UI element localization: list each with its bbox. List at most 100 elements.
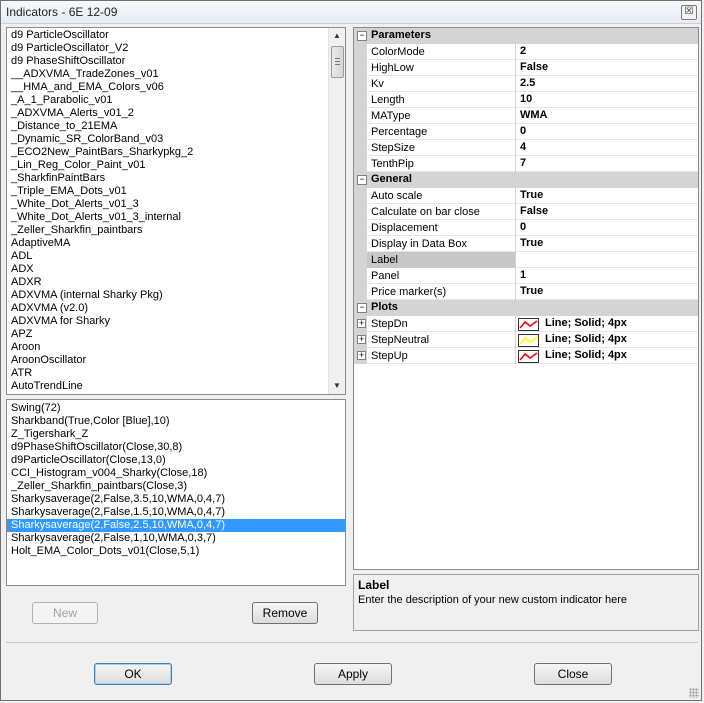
- indicator-list-item[interactable]: __ADXVMA_TradeZones_v01: [7, 68, 331, 81]
- property-value[interactable]: 7: [520, 157, 526, 169]
- property-row[interactable]: Panel 1: [354, 268, 698, 284]
- property-row[interactable]: Price marker(s) True: [354, 284, 698, 300]
- collapse-toggle-icon[interactable]: −: [357, 31, 367, 41]
- property-row[interactable]: Calculate on bar close False: [354, 204, 698, 220]
- property-row[interactable]: Label: [354, 252, 698, 268]
- applied-indicator-item[interactable]: d9ParticleOscillator(Close,13,0): [7, 454, 345, 467]
- indicator-list-item[interactable]: ADXVMA (v2.0): [7, 302, 331, 315]
- indicator-list-item[interactable]: _Distance_to_21EMA: [7, 120, 331, 133]
- property-value[interactable]: 2: [520, 45, 526, 57]
- expand-plus-icon[interactable]: +: [357, 335, 366, 344]
- property-value[interactable]: 10: [520, 93, 532, 105]
- category-plots[interactable]: − Plots: [354, 300, 698, 316]
- indicator-list-item[interactable]: _Lin_Reg_Color_Paint_v01: [7, 159, 331, 172]
- indicator-list[interactable]: d9 ParticleOscillator d9 ParticleOscillat…: [6, 27, 346, 395]
- close-window-icon[interactable]: ☒: [681, 5, 697, 20]
- property-value[interactable]: True: [520, 189, 543, 201]
- property-grid[interactable]: − Parameters ColorMode 2 HighLow False Kv 2.5 Le…: [353, 27, 699, 570]
- property-value[interactable]: 4: [520, 141, 526, 153]
- scroll-up-arrow-icon[interactable]: ▲: [330, 29, 344, 43]
- property-value[interactable]: 0: [520, 125, 526, 137]
- property-value[interactable]: False: [520, 61, 548, 73]
- applied-indicators-list[interactable]: Swing(72) Sharkband(True,Color [Blue],10)…: [6, 399, 346, 586]
- property-row[interactable]: StepSize 4: [354, 140, 698, 156]
- applied-indicator-item[interactable]: Holt_EMA_Color_Dots_v01(Close,5,1): [7, 545, 345, 558]
- property-value[interactable]: True: [520, 237, 543, 249]
- applied-indicator-item[interactable]: Z_Tigershark_Z: [7, 428, 345, 441]
- indicator-list-item[interactable]: _Zeller_Sharkfin_paintbars: [7, 224, 331, 237]
- property-value[interactable]: 1: [520, 269, 526, 281]
- expand-plus-icon[interactable]: +: [357, 319, 366, 328]
- indicator-list-item[interactable]: _A_1_Parabolic_v01: [7, 94, 331, 107]
- indicator-list-item[interactable]: _White_Dot_Alerts_v01_3: [7, 198, 331, 211]
- property-value[interactable]: WMA: [520, 109, 548, 121]
- property-row[interactable]: Display in Data Box True: [354, 236, 698, 252]
- applied-indicator-item[interactable]: Swing(72): [7, 402, 345, 415]
- indicator-list-item[interactable]: ADXVMA (internal Sharky Pkg): [7, 289, 331, 302]
- indicator-list-item[interactable]: _White_Dot_Alerts_v01_3_internal: [7, 211, 331, 224]
- property-row[interactable]: Percentage 0: [354, 124, 698, 140]
- indicator-list-item[interactable]: AdaptiveMA: [7, 237, 331, 250]
- applied-indicator-item[interactable]: CCI_Histogram_v004_Sharky(Close,18): [7, 467, 345, 480]
- property-value[interactable]: 0: [520, 221, 526, 233]
- plot-value[interactable]: Line; Solid; 4px: [545, 349, 627, 361]
- plot-value[interactable]: Line; Solid; 4px: [545, 333, 627, 345]
- applied-indicator-item[interactable]: Sharkysaverage(2,False,3.5,10,WMA,0,4,7): [7, 493, 345, 506]
- plot-row[interactable]: + StepNeutral Line; Solid; 4px: [354, 332, 698, 348]
- indicator-list-item[interactable]: d9 ParticleOscillator_V2: [7, 42, 331, 55]
- indicator-list-item[interactable]: APZ: [7, 328, 331, 341]
- scroll-thumb[interactable]: [331, 46, 344, 78]
- category-general[interactable]: − General: [354, 172, 698, 188]
- plot-value[interactable]: Line; Solid; 4px: [545, 317, 627, 329]
- property-row[interactable]: Length 10: [354, 92, 698, 108]
- indicator-list-item[interactable]: AutoTrendLine: [7, 380, 331, 393]
- property-value[interactable]: True: [520, 285, 543, 297]
- collapse-toggle-icon[interactable]: −: [357, 303, 367, 313]
- indicator-list-item[interactable]: _SharkfinPaintBars: [7, 172, 331, 185]
- scroll-down-arrow-icon[interactable]: ▼: [330, 379, 344, 393]
- applied-indicator-item[interactable]: Sharkysaverage(2,False,1,10,WMA,0,3,7): [7, 532, 345, 545]
- indicator-list-item[interactable]: ATR: [7, 367, 331, 380]
- property-row[interactable]: MAType WMA: [354, 108, 698, 124]
- property-value[interactable]: False: [520, 205, 548, 217]
- indicator-list-item[interactable]: Aroon: [7, 341, 331, 354]
- ok-button[interactable]: OK: [94, 663, 172, 685]
- indicator-list-item[interactable]: _ECO2New_PaintBars_Sharkypkg_2: [7, 146, 331, 159]
- property-row[interactable]: Displacement 0: [354, 220, 698, 236]
- indicator-list-scrollbar[interactable]: ▲ ▼: [328, 28, 345, 394]
- remove-button[interactable]: Remove: [252, 602, 318, 624]
- collapse-toggle-icon[interactable]: −: [357, 175, 367, 185]
- applied-indicator-item[interactable]: Sharkysaverage(2,False,2.5,10,WMA,0,4,7): [7, 519, 345, 532]
- indicator-list-item[interactable]: AroonOscillator: [7, 354, 331, 367]
- indicator-list-item[interactable]: ADX: [7, 263, 331, 276]
- indicator-list-item[interactable]: __HMA_and_EMA_Colors_v06: [7, 81, 331, 94]
- property-row[interactable]: ColorMode 2: [354, 44, 698, 60]
- property-row[interactable]: Auto scale True: [354, 188, 698, 204]
- indicator-list-item[interactable]: _Triple_EMA_Dots_v01: [7, 185, 331, 198]
- plot-row[interactable]: + StepUp Line; Solid; 4px: [354, 348, 698, 364]
- plot-row[interactable]: + StepDn Line; Solid; 4px: [354, 316, 698, 332]
- indicator-list-item[interactable]: _Dynamic_SR_ColorBand_v03: [7, 133, 331, 146]
- property-row[interactable]: Kv 2.5: [354, 76, 698, 92]
- apply-button[interactable]: Apply: [314, 663, 392, 685]
- close-button[interactable]: Close: [534, 663, 612, 685]
- indicator-list-item[interactable]: ADXR: [7, 276, 331, 289]
- new-button[interactable]: New: [32, 602, 98, 624]
- property-row[interactable]: TenthPip 7: [354, 156, 698, 172]
- applied-indicator-item[interactable]: Sharkband(True,Color [Blue],10): [7, 415, 345, 428]
- property-value[interactable]: 2.5: [520, 77, 535, 89]
- column-separator: [515, 284, 516, 300]
- applied-indicator-item[interactable]: Sharkysaverage(2,False,1.5,10,WMA,0,4,7): [7, 506, 345, 519]
- indicator-list-item[interactable]: ADXVMA for Sharky: [7, 315, 331, 328]
- category-parameters[interactable]: − Parameters: [354, 28, 698, 44]
- indicator-list-item[interactable]: ADL: [7, 250, 331, 263]
- applied-indicator-item[interactable]: _Zeller_Sharkfin_paintbars(Close,3): [7, 480, 345, 493]
- indicator-list-item[interactable]: _ADXVMA_Alerts_v01_2: [7, 107, 331, 120]
- property-row[interactable]: HighLow False: [354, 60, 698, 76]
- applied-indicator-item[interactable]: d9PhaseShiftOscillator(Close,30,8): [7, 441, 345, 454]
- column-separator: [515, 188, 516, 204]
- resize-grip-icon[interactable]: [689, 688, 699, 698]
- indicator-list-item[interactable]: d9 ParticleOscillator: [7, 29, 331, 42]
- expand-plus-icon[interactable]: +: [357, 351, 366, 360]
- indicator-list-item[interactable]: d9 PhaseShiftOscillator: [7, 55, 331, 68]
